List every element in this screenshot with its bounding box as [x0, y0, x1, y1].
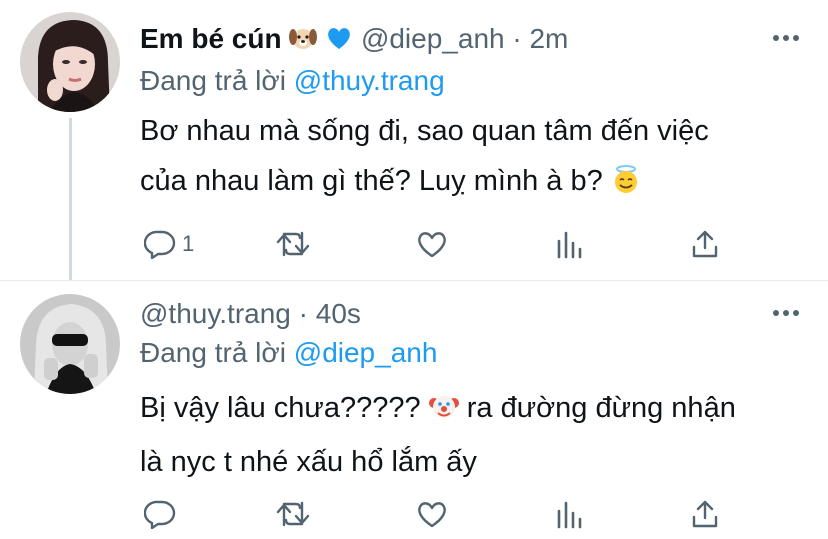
more-options-icon[interactable] — [772, 34, 800, 42]
display-name[interactable]: Em bé cún — [140, 23, 282, 54]
like-icon — [418, 232, 446, 258]
tweet-text-line: của nhau làm gì thế? Luỵ mình à b? — [140, 165, 603, 197]
tweet-header: Em bé cún @diep_anh · 2m — [140, 22, 568, 60]
tweet-text: Bị vậy lâu chưa????? ra đường đừng nhận … — [140, 383, 810, 487]
like-icon — [418, 502, 446, 528]
mention-link[interactable]: @diep_anh — [294, 337, 438, 368]
timestamp[interactable]: 40s — [316, 298, 361, 329]
share-button[interactable] — [690, 496, 720, 532]
smiling-face-with-halo-emoji — [611, 160, 641, 210]
reply-icon — [144, 500, 176, 529]
tweet-header: @thuy.trang · 40s — [140, 297, 361, 331]
action-bar: 1 — [140, 226, 740, 262]
replying-to: Đang trả lời @thuy.trang — [140, 64, 445, 98]
replying-to: Đang trả lời @diep_anh — [140, 336, 437, 370]
tweet-diep-anh[interactable]: Em bé cún @diep_anh · 2m Đang trả lời @t… — [0, 0, 828, 280]
user-handle[interactable]: @thuy.trang — [140, 298, 291, 329]
analytics-button[interactable] — [554, 496, 584, 532]
replying-to-label: Đang trả lời — [140, 337, 286, 368]
share-icon — [692, 230, 718, 258]
analytics-button[interactable] — [554, 226, 584, 262]
retweet-icon — [276, 501, 310, 527]
retweet-button[interactable] — [276, 226, 310, 262]
retweet-button[interactable] — [276, 496, 310, 532]
timestamp[interactable]: 2m — [529, 23, 568, 54]
mention-link[interactable]: @thuy.trang — [294, 65, 445, 96]
reply-count: 1 — [182, 231, 195, 256]
tweet-text-line: Bơ nhau mà sống đi, sao quan tâm đến việ… — [140, 115, 709, 147]
thread-line — [69, 118, 72, 280]
tweet-text-line: là nyc t nhé xấu hổ lắm ấy — [140, 446, 477, 478]
tweet-text: Bơ nhau mà sống đi, sao quan tâm đến việ… — [140, 106, 810, 210]
separator-dot: · — [512, 23, 522, 54]
avatar[interactable] — [20, 12, 120, 112]
share-button[interactable] — [690, 226, 720, 262]
analytics-icon — [557, 501, 582, 529]
like-button[interactable] — [416, 226, 448, 262]
more-options-icon[interactable] — [772, 309, 800, 317]
action-bar — [140, 496, 740, 532]
reply-icon — [144, 230, 176, 259]
reply-button[interactable] — [144, 496, 176, 532]
separator-dot: · — [298, 298, 308, 329]
reply-button[interactable]: 1 — [144, 226, 194, 262]
retweet-icon — [276, 231, 310, 257]
dog-face-emoji — [289, 24, 318, 60]
user-handle[interactable]: @diep_anh — [361, 23, 505, 54]
like-button[interactable] — [416, 496, 448, 532]
share-icon — [692, 500, 718, 528]
blue-heart-emoji — [325, 24, 353, 60]
avatar[interactable] — [20, 294, 120, 394]
clown-face-emoji — [428, 387, 459, 437]
analytics-icon — [557, 231, 582, 259]
tweet-text-line: Bị vậy lâu chưa????? — [140, 392, 421, 424]
replying-to-label: Đang trả lời — [140, 65, 286, 96]
tweet-text-line: ra đường đừng nhận — [466, 392, 736, 424]
